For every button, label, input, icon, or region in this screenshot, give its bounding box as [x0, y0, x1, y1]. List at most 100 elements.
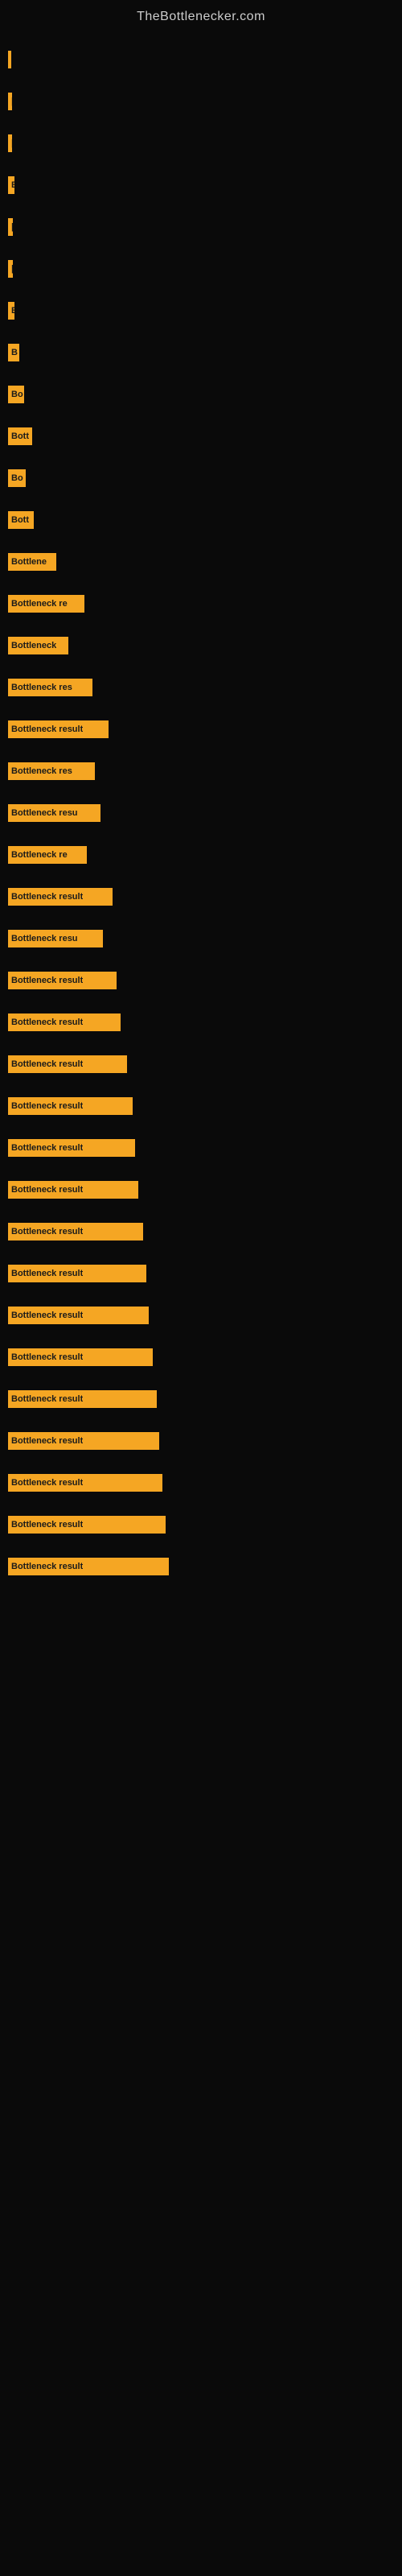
- gap-spacer: [8, 620, 402, 633]
- bar-row: Bottleneck res: [8, 675, 402, 700]
- gap-spacer: [8, 159, 402, 172]
- gap-spacer: [8, 662, 402, 675]
- bar-row: Bottleneck result: [8, 1219, 402, 1245]
- gap-spacer: [8, 536, 402, 549]
- bottleneck-bar: Bottleneck resu: [8, 804, 100, 822]
- bar-row: |: [8, 130, 402, 156]
- bar-row: Bottleneck result: [8, 1428, 402, 1454]
- bottleneck-bar: |: [8, 93, 12, 110]
- bottleneck-bar: Bottleneck result: [8, 972, 117, 989]
- bar-row: Bottleneck result: [8, 1135, 402, 1161]
- bar-row: Bottleneck result: [8, 1261, 402, 1286]
- bar-label: Bottleneck result: [11, 1394, 83, 1404]
- bar-row: B: [8, 340, 402, 365]
- bar-row: Bo: [8, 382, 402, 407]
- bar-label: Bottleneck result: [11, 976, 83, 985]
- bar-label: Bottleneck result: [11, 892, 83, 902]
- gap-spacer: [8, 201, 402, 214]
- gap-spacer: [8, 76, 402, 89]
- bar-label: Bottleneck res: [11, 683, 72, 692]
- bottleneck-bar: Bottleneck res: [8, 762, 95, 780]
- gap-spacer: [8, 578, 402, 591]
- bar-label: Bottleneck result: [11, 1436, 83, 1446]
- gap-spacer: [8, 955, 402, 968]
- gap-spacer: [8, 1290, 402, 1302]
- bar-label: Bottleneck result: [11, 1352, 83, 1362]
- bottleneck-bar: Bottleneck result: [8, 1139, 135, 1157]
- bar-row: Bottleneck result: [8, 884, 402, 910]
- gap-spacer: [8, 871, 402, 884]
- bottleneck-bar: Bottleneck result: [8, 1558, 169, 1575]
- bar-row: Bottleneck res: [8, 758, 402, 784]
- gap-spacer: [8, 1457, 402, 1470]
- bottleneck-bar: |: [8, 218, 13, 236]
- gap-spacer: [8, 704, 402, 716]
- bottleneck-bar: Bottleneck: [8, 637, 68, 654]
- bar-row: Bottleneck resu: [8, 926, 402, 952]
- bar-label: Bottleneck result: [11, 1018, 83, 1027]
- bottleneck-bar: Bottleneck result: [8, 720, 109, 738]
- bar-label: Bottleneck result: [11, 1562, 83, 1571]
- gap-spacer: [8, 1373, 402, 1386]
- gap-spacer: [8, 913, 402, 926]
- bar-label: Bo: [11, 390, 23, 399]
- gap-spacer: [8, 997, 402, 1009]
- bar-label: Bottleneck resu: [11, 934, 78, 943]
- bar-label: Bottlene: [11, 557, 47, 567]
- bar-label: Bottleneck result: [11, 1311, 83, 1320]
- bar-label: |: [11, 97, 12, 106]
- bar-row: Bottleneck result: [8, 1554, 402, 1579]
- gap-spacer: [8, 411, 402, 423]
- bottleneck-bar: Bottleneck result: [8, 888, 113, 906]
- bottleneck-bar: E: [8, 176, 14, 194]
- gap-spacer: [8, 494, 402, 507]
- bar-label: Bottleneck result: [11, 1227, 83, 1236]
- gap-spacer: [8, 1038, 402, 1051]
- bottleneck-bar: Bottleneck result: [8, 1348, 153, 1366]
- bar-label: Bottleneck result: [11, 1143, 83, 1153]
- bottleneck-bar: Bott: [8, 511, 34, 529]
- bar-row: E: [8, 298, 402, 324]
- bar-row: Bottleneck result: [8, 1302, 402, 1328]
- gap-spacer: [8, 1541, 402, 1554]
- bottleneck-bar: |: [8, 260, 13, 278]
- bar-row: Bottleneck: [8, 633, 402, 658]
- bar-label: Bottleneck re: [11, 850, 68, 860]
- gap-spacer: [8, 243, 402, 256]
- bar-label: Bottleneck resu: [11, 808, 78, 818]
- gap-spacer: [8, 1331, 402, 1344]
- bar-row: Bottleneck result: [8, 1093, 402, 1119]
- bar-label: E: [11, 306, 14, 316]
- bar-label: E: [11, 180, 14, 190]
- gap-spacer: [8, 1415, 402, 1428]
- bar-label: B: [11, 348, 18, 357]
- gap-spacer: [8, 1122, 402, 1135]
- bar-row: Bottleneck re: [8, 842, 402, 868]
- bar-row: |: [8, 214, 402, 240]
- bar-row: E: [8, 172, 402, 198]
- bar-label: Bott: [11, 431, 29, 441]
- gap-spacer: [8, 787, 402, 800]
- bottleneck-bar: Bottleneck result: [8, 1474, 162, 1492]
- bottleneck-bar: Bo: [8, 469, 26, 487]
- gap-spacer: [8, 1164, 402, 1177]
- bottleneck-bar: Bottleneck re: [8, 846, 87, 864]
- bar-label: Bottleneck result: [11, 1269, 83, 1278]
- bar-row: Bottleneck resu: [8, 800, 402, 826]
- bar-row: |: [8, 47, 402, 72]
- bottleneck-bar: Bottleneck result: [8, 1055, 127, 1073]
- gap-spacer: [8, 1206, 402, 1219]
- bottleneck-bar: Bottleneck result: [8, 1265, 146, 1282]
- bar-label: |: [11, 264, 13, 274]
- bar-label: Bottleneck res: [11, 766, 72, 776]
- bottleneck-bar: Bottleneck result: [8, 1307, 149, 1324]
- gap-spacer: [8, 452, 402, 465]
- bar-row: Bottleneck result: [8, 716, 402, 742]
- bar-row: Bottleneck result: [8, 968, 402, 993]
- bottleneck-bar: Bottleneck result: [8, 1516, 166, 1534]
- bar-label: Bottleneck re: [11, 599, 68, 609]
- gap-spacer: [8, 745, 402, 758]
- gap-spacer: [8, 1499, 402, 1512]
- bar-label: Bottleneck result: [11, 1101, 83, 1111]
- bar-row: Bottleneck result: [8, 1512, 402, 1538]
